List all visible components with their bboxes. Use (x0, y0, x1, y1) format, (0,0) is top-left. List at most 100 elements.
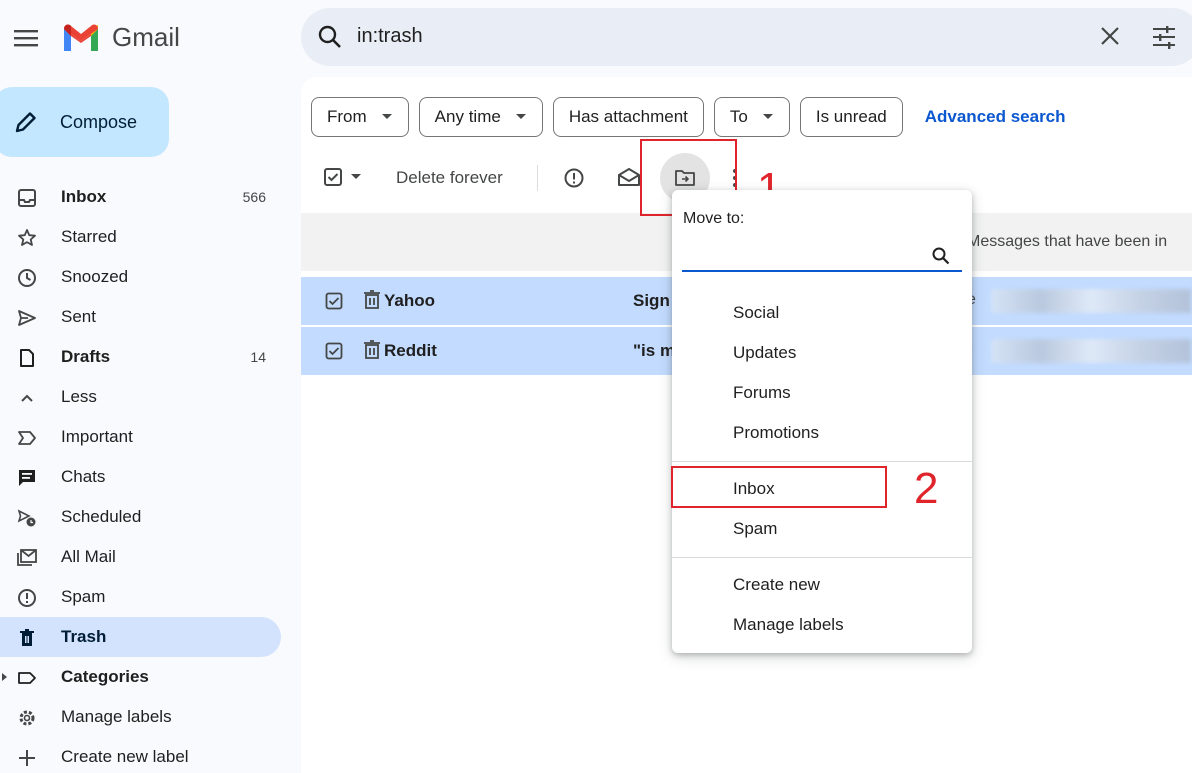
label-search-input[interactable] (682, 240, 962, 272)
sidebar-item-label: Scheduled (61, 507, 142, 526)
sidebar-item-trash[interactable]: Trash (0, 617, 281, 657)
chat-icon (16, 467, 38, 489)
sidebar-item-all-mail[interactable]: All Mail (0, 537, 281, 577)
menu-item-forums[interactable]: Forums (733, 383, 791, 403)
redacted-content (991, 289, 1191, 313)
menu-divider (672, 461, 972, 462)
sidebar-item-label: Categories (61, 667, 149, 686)
main-menu-button[interactable] (8, 20, 44, 56)
toolbar-divider (537, 165, 538, 191)
compose-label: Compose (60, 111, 138, 132)
chip-label: Has attachment (568, 107, 688, 126)
chip-label: Any time (434, 107, 501, 126)
sidebar-item-label: Create new label (61, 747, 189, 766)
sidebar-item-sent[interactable]: Sent (0, 297, 281, 337)
redacted-content (991, 339, 1191, 363)
move-to-menu: Move to: Social Updates Forums Promotion… (672, 190, 972, 653)
from-filter[interactable]: From (311, 97, 409, 137)
compose-button[interactable]: Compose (0, 87, 169, 157)
trash-icon (364, 290, 380, 309)
delete-forever-button[interactable]: Delete forever (396, 168, 503, 188)
sidebar-item-label: Starred (61, 227, 117, 246)
sidebar-nav: Inbox 566 Starred Snoozed Sent Drafts 14… (0, 177, 290, 773)
important-icon (16, 427, 38, 449)
sidebar-item-label: Spam (61, 587, 106, 606)
checkbox-checked-icon[interactable] (325, 292, 343, 310)
clock-icon (16, 267, 38, 289)
report-spam-icon[interactable] (563, 167, 585, 189)
gmail-logo[interactable]: Gmail (62, 22, 180, 53)
gmail-logo-text: Gmail (112, 22, 180, 52)
sidebar-item-manage-labels[interactable]: Manage labels (0, 697, 281, 737)
sidebar-item-less[interactable]: Less (0, 377, 281, 417)
sidebar-item-spam[interactable]: Spam (0, 577, 281, 617)
dropdown-arrow-icon (351, 174, 361, 179)
all-mail-icon (16, 547, 38, 569)
sidebar-item-label: Manage labels (61, 707, 172, 726)
sidebar-item-label: Inbox (61, 187, 107, 206)
dropdown-arrow-icon (381, 114, 392, 119)
advanced-search-link[interactable]: Advanced search (925, 107, 1066, 127)
annotation-box-2 (671, 466, 887, 508)
sidebar-item-label: Important (61, 427, 133, 446)
is-unread-filter[interactable]: Is unread (799, 97, 903, 137)
sidebar-item-categories[interactable]: Categories (0, 657, 281, 697)
spam-icon (16, 587, 38, 609)
has-attachment-filter[interactable]: Has attachment (552, 97, 704, 137)
expand-arrow-icon[interactable] (1, 671, 9, 683)
sidebar-item-chats[interactable]: Chats (0, 457, 281, 497)
dropdown-arrow-icon (515, 114, 526, 119)
mark-as-read-icon[interactable] (617, 166, 641, 188)
chip-label: Is unread (815, 107, 887, 126)
gear-icon (16, 707, 38, 729)
sidebar-item-label: Trash (61, 627, 107, 646)
menu-item-create-new[interactable]: Create new (733, 575, 820, 595)
menu-item-manage-labels[interactable]: Manage labels (733, 615, 844, 635)
checkbox-checked-icon (324, 168, 342, 186)
sidebar-item-label: Drafts (61, 347, 111, 366)
label-icon (16, 667, 38, 689)
search-icon (932, 247, 950, 265)
email-sender: Reddit (384, 341, 437, 360)
sidebar-item-label: All Mail (61, 547, 116, 566)
sidebar-item-snoozed[interactable]: Snoozed (0, 257, 281, 297)
to-filter[interactable]: To (713, 97, 790, 137)
dropdown-arrow-icon (762, 114, 773, 119)
menu-item-social[interactable]: Social (733, 303, 779, 323)
trash-icon (16, 627, 38, 649)
sidebar-item-inbox[interactable]: Inbox 566 (0, 177, 281, 217)
pencil-icon (15, 112, 36, 133)
email-subject: Sign (633, 291, 670, 310)
banner-text: Messages that have been in (967, 233, 1168, 250)
scheduled-icon (16, 507, 38, 529)
sidebar-item-create-new-label[interactable]: Create new label (0, 737, 281, 773)
close-icon (1101, 27, 1119, 45)
star-icon (16, 227, 38, 249)
plus-icon (16, 747, 38, 769)
menu-item-promotions[interactable]: Promotions (733, 423, 819, 443)
select-all-checkbox[interactable] (323, 167, 361, 187)
search-icon (318, 25, 341, 48)
sidebar-item-label: Chats (61, 467, 106, 486)
chevron-up-icon (16, 387, 38, 409)
email-subject: "is m (633, 341, 676, 360)
menu-item-updates[interactable]: Updates (733, 343, 796, 363)
sidebar-item-starred[interactable]: Starred (0, 217, 281, 257)
search-input[interactable]: in:trash (357, 25, 423, 48)
any-time-filter[interactable]: Any time (418, 97, 543, 137)
sidebar-item-important[interactable]: Important (0, 417, 281, 457)
checkbox-checked-icon[interactable] (325, 342, 343, 360)
search-bar[interactable]: in:trash (301, 8, 1192, 66)
sidebar-item-drafts[interactable]: Drafts 14 (0, 337, 281, 377)
draft-icon (16, 347, 38, 369)
search-filter-chips: From Any time Has attachment To Is unrea… (311, 97, 1066, 137)
draft-count: 14 (250, 349, 266, 365)
sidebar-item-label: Less (61, 387, 97, 406)
gmail-m-icon (64, 24, 98, 51)
email-sender: Yahoo (384, 291, 436, 310)
sidebar-item-scheduled[interactable]: Scheduled (0, 497, 281, 537)
sidebar-item-label: Snoozed (61, 267, 129, 286)
sidebar-item-label: Sent (61, 307, 96, 326)
menu-item-spam[interactable]: Spam (733, 519, 777, 539)
inbox-icon (16, 187, 38, 209)
